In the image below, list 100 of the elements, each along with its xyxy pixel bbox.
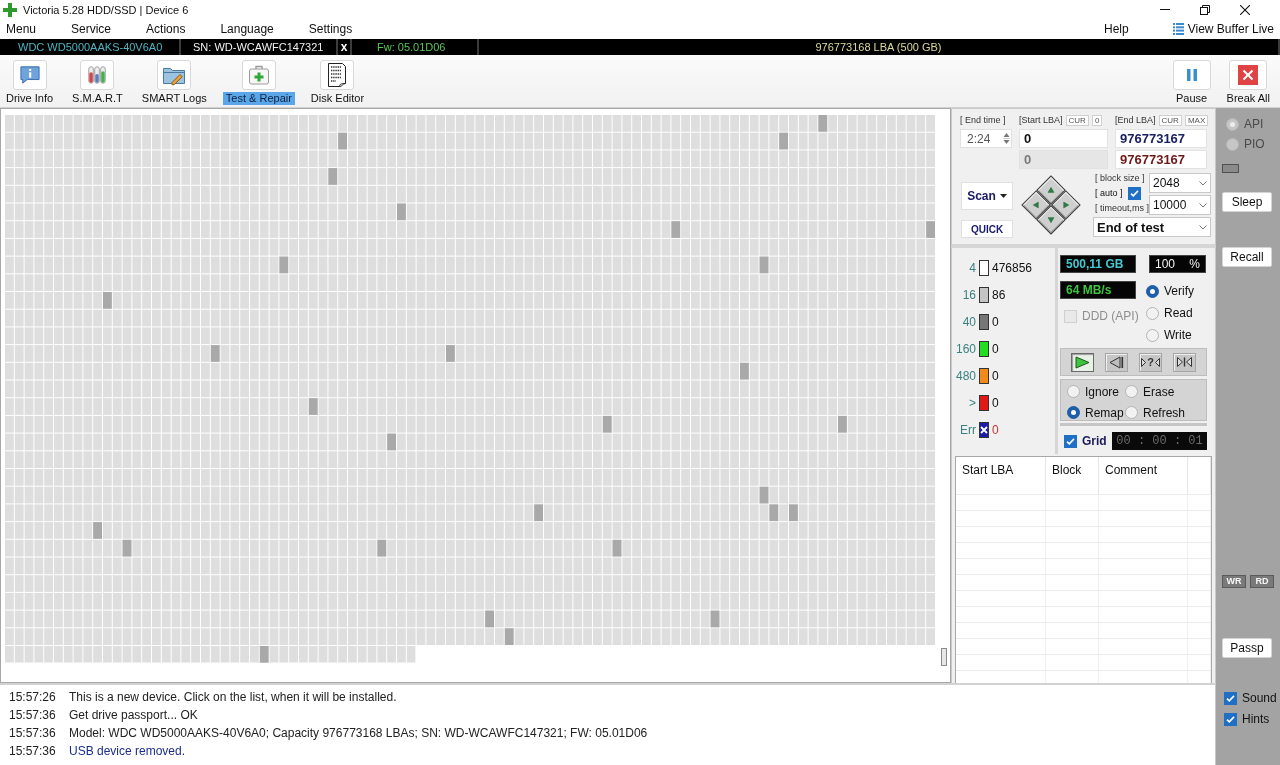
lba-preset-button[interactable]: 0 bbox=[1091, 114, 1103, 126]
legend-label: 4 bbox=[969, 261, 976, 275]
radio-icon[interactable] bbox=[1125, 385, 1138, 398]
column-header[interactable]: Block bbox=[1046, 457, 1099, 494]
direction-button[interactable] bbox=[1173, 352, 1197, 372]
shaded-block bbox=[328, 168, 338, 185]
shaded-block bbox=[504, 628, 514, 645]
radio-icon[interactable] bbox=[1067, 406, 1080, 419]
error-action-radio[interactable]: Remap bbox=[1067, 405, 1125, 420]
lba-field[interactable]: 976773167 bbox=[1115, 129, 1207, 148]
list-icon bbox=[1172, 22, 1184, 35]
checkbox-icon[interactable] bbox=[1127, 186, 1141, 200]
menu-item[interactable]: Settings bbox=[304, 20, 357, 37]
finish-action-select[interactable]: End of test bbox=[1093, 217, 1211, 237]
shaded-block bbox=[397, 203, 406, 221]
error-action-radio[interactable]: Erase bbox=[1125, 384, 1205, 399]
mode-radio[interactable]: Verify bbox=[1146, 284, 1206, 298]
block-size-select[interactable]: 2048 bbox=[1149, 173, 1211, 193]
shaded-block bbox=[759, 256, 769, 274]
speed-readout: 64 MB/s bbox=[1060, 281, 1136, 299]
error-action-radio[interactable]: Refresh bbox=[1125, 405, 1205, 420]
shaded-block bbox=[338, 132, 347, 150]
option-checkbox[interactable]: Hints bbox=[1224, 712, 1280, 726]
field-label: [Start LBA] bbox=[1019, 115, 1063, 125]
scan-button[interactable]: Scan bbox=[961, 182, 1013, 210]
menu-item[interactable]: Service bbox=[67, 20, 116, 37]
timer-text: 00 : 00 : 01 bbox=[1116, 434, 1203, 448]
shaded-block bbox=[818, 115, 828, 132]
shaded-block bbox=[485, 610, 494, 628]
tool-button[interactable]: SMART Logs bbox=[138, 60, 210, 105]
tool-button[interactable]: S.M.A.R.T bbox=[69, 60, 126, 105]
grid-checkbox[interactable]: Grid bbox=[1064, 434, 1107, 448]
quick-button[interactable]: QUICK bbox=[961, 220, 1013, 238]
pause-icon bbox=[1172, 60, 1211, 90]
error-action-radio[interactable]: Ignore bbox=[1067, 384, 1125, 399]
percent-value: 100 bbox=[1155, 257, 1176, 271]
lba-preset-button[interactable]: CUR bbox=[1158, 114, 1182, 126]
mode-radio[interactable]: Write bbox=[1146, 328, 1206, 342]
break-button[interactable]: Break All bbox=[1223, 60, 1273, 105]
recall-button[interactable]: Recall bbox=[1222, 247, 1272, 267]
capacity-readout: 500,11 GB bbox=[1060, 255, 1136, 273]
option-checkbox[interactable]: Sound bbox=[1224, 691, 1280, 705]
column-header[interactable]: Comment bbox=[1099, 457, 1188, 494]
log-time: 15:57:36 bbox=[9, 744, 57, 758]
legend-count: 476856 bbox=[992, 261, 1034, 275]
radio-icon[interactable] bbox=[1146, 306, 1159, 320]
app-cross-icon bbox=[3, 2, 17, 17]
column-header[interactable]: Start LBA bbox=[956, 457, 1046, 494]
device-close-button[interactable]: x bbox=[338, 39, 350, 55]
legend-label: > bbox=[969, 396, 976, 410]
shaded-block bbox=[789, 504, 798, 522]
passport-button[interactable]: Passp bbox=[1222, 638, 1272, 658]
menu-item[interactable]: Menu bbox=[2, 20, 41, 37]
radio-icon[interactable] bbox=[1146, 328, 1159, 342]
legend-label: Err bbox=[960, 423, 976, 437]
checkbox-icon[interactable] bbox=[1224, 712, 1237, 726]
converging-triangles-icon bbox=[1177, 357, 1193, 367]
shaded-block bbox=[93, 522, 102, 539]
direction-button[interactable]: ? bbox=[1139, 352, 1163, 372]
menu-item[interactable]: Language bbox=[216, 20, 278, 37]
shaded-block bbox=[779, 132, 788, 150]
x-square-icon bbox=[1229, 60, 1268, 90]
legend-label: 16 bbox=[962, 288, 976, 302]
radio-icon[interactable] bbox=[1146, 284, 1159, 298]
sleep-button[interactable]: Sleep bbox=[1222, 192, 1272, 212]
arrow-down-icon bbox=[1047, 216, 1055, 224]
binary-document-icon bbox=[320, 60, 355, 90]
test-tubes-icon bbox=[80, 60, 115, 90]
log-message: USB device removed. bbox=[69, 744, 187, 758]
checkbox-icon[interactable] bbox=[1224, 691, 1237, 705]
field-label: [ timeout,ms ] bbox=[1095, 203, 1147, 213]
legend-count: 0 bbox=[992, 396, 1000, 410]
percent-sign: % bbox=[1189, 257, 1200, 271]
direction-button[interactable] bbox=[1104, 352, 1128, 372]
shaded-block bbox=[612, 539, 622, 557]
radio-icon[interactable] bbox=[1125, 406, 1138, 419]
menu-item[interactable]: Help bbox=[1100, 20, 1133, 37]
shaded-block bbox=[838, 415, 847, 433]
play-icon bbox=[1074, 355, 1090, 369]
tool-button[interactable]: Test & Repair bbox=[222, 60, 295, 105]
shaded-block bbox=[769, 504, 779, 522]
field-label: [ block size ] bbox=[1095, 173, 1146, 183]
lba-preset-button[interactable]: CUR bbox=[1065, 114, 1089, 126]
tool-button[interactable]: Drive Info bbox=[3, 60, 57, 105]
view-buffer-button[interactable]: View Buffer Live bbox=[1172, 20, 1280, 37]
direction-button[interactable] bbox=[1070, 352, 1094, 372]
shaded-block bbox=[534, 504, 543, 522]
scroll-thumb[interactable] bbox=[941, 648, 947, 666]
radio-icon[interactable] bbox=[1067, 385, 1080, 398]
checkbox-icon[interactable] bbox=[1064, 434, 1077, 448]
tool-button[interactable]: Disk Editor bbox=[307, 60, 368, 105]
pause-button[interactable]: Pause bbox=[1172, 60, 1211, 105]
mode-radio[interactable]: Read bbox=[1146, 306, 1206, 320]
lba-field[interactable]: 0 bbox=[1019, 129, 1108, 148]
lba-preset-button[interactable]: MAX bbox=[1184, 114, 1209, 126]
timeout-select[interactable]: 10000 bbox=[1149, 195, 1211, 215]
firmware-version: Fw: 05.01D06 bbox=[377, 41, 446, 53]
lba-field[interactable]: 976773167 bbox=[1115, 150, 1207, 169]
auto-checkbox[interactable]: [ auto ] bbox=[1095, 186, 1141, 200]
menu-item[interactable]: Actions bbox=[142, 20, 190, 37]
